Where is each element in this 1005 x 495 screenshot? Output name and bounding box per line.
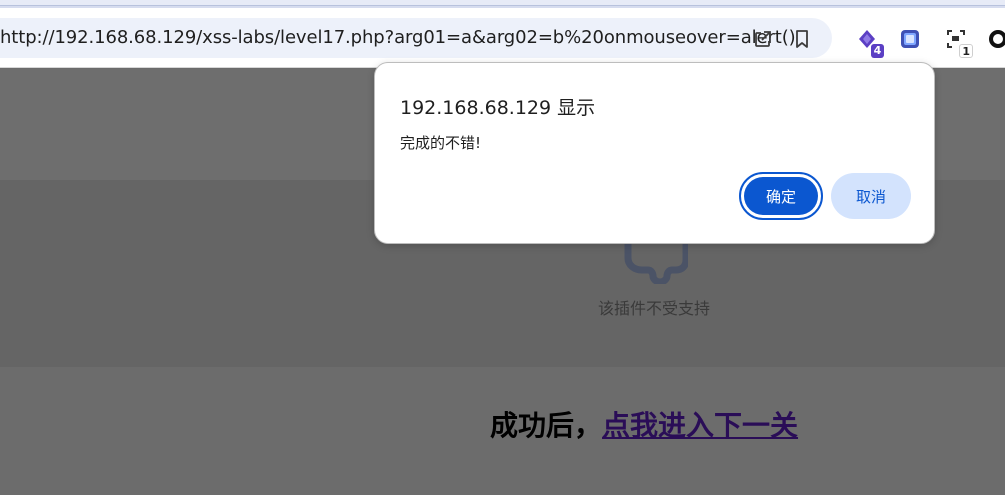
dialog-title: 192.168.68.129 显示: [400, 97, 596, 119]
alert-dialog: 192.168.68.129 显示 完成的不错! 确定 取消: [374, 62, 935, 244]
extension-button-1[interactable]: 4: [854, 26, 884, 58]
address-bar[interactable]: http://192.168.68.129/xss-labs/level17.p…: [0, 18, 832, 58]
address-bar-url[interactable]: http://192.168.68.129/xss-labs/level17.p…: [0, 27, 796, 48]
next-level-link[interactable]: 点我进入下一关: [602, 409, 798, 442]
extension-button-4[interactable]: [985, 26, 1005, 52]
share-button[interactable]: [750, 26, 776, 52]
extension-badge-3: 1: [959, 44, 973, 58]
browser-toolbar: http://192.168.68.129/xss-labs/level17.p…: [0, 8, 1005, 68]
ok-button[interactable]: 确定: [739, 172, 823, 220]
share-icon: [755, 31, 771, 47]
puzzle-piece-icon: [624, 240, 688, 284]
extension-button-2[interactable]: [897, 26, 923, 52]
tab-strip: [0, 0, 1005, 8]
cancel-button[interactable]: 取消: [831, 173, 911, 219]
extension-button-3[interactable]: 1: [943, 26, 973, 58]
extension-badge-1: 4: [871, 44, 884, 58]
bookmark-button[interactable]: [789, 26, 815, 52]
extension-ring-icon: [989, 30, 1005, 48]
page-headline: 成功后，点我进入下一关: [490, 404, 798, 444]
dialog-message: 完成的不错!: [400, 134, 482, 152]
plugin-unsupported-text: 该插件不受支持: [598, 299, 711, 318]
browser-window: http://192.168.68.129/xss-labs/level17.p…: [0, 0, 1005, 495]
bookmark-icon: [796, 30, 808, 48]
ok-button-label: 确定: [744, 177, 818, 215]
headline-prefix: 成功后，: [490, 409, 603, 442]
active-tab-edge: [0, 0, 1005, 6]
extension-screen-icon: [901, 30, 919, 48]
